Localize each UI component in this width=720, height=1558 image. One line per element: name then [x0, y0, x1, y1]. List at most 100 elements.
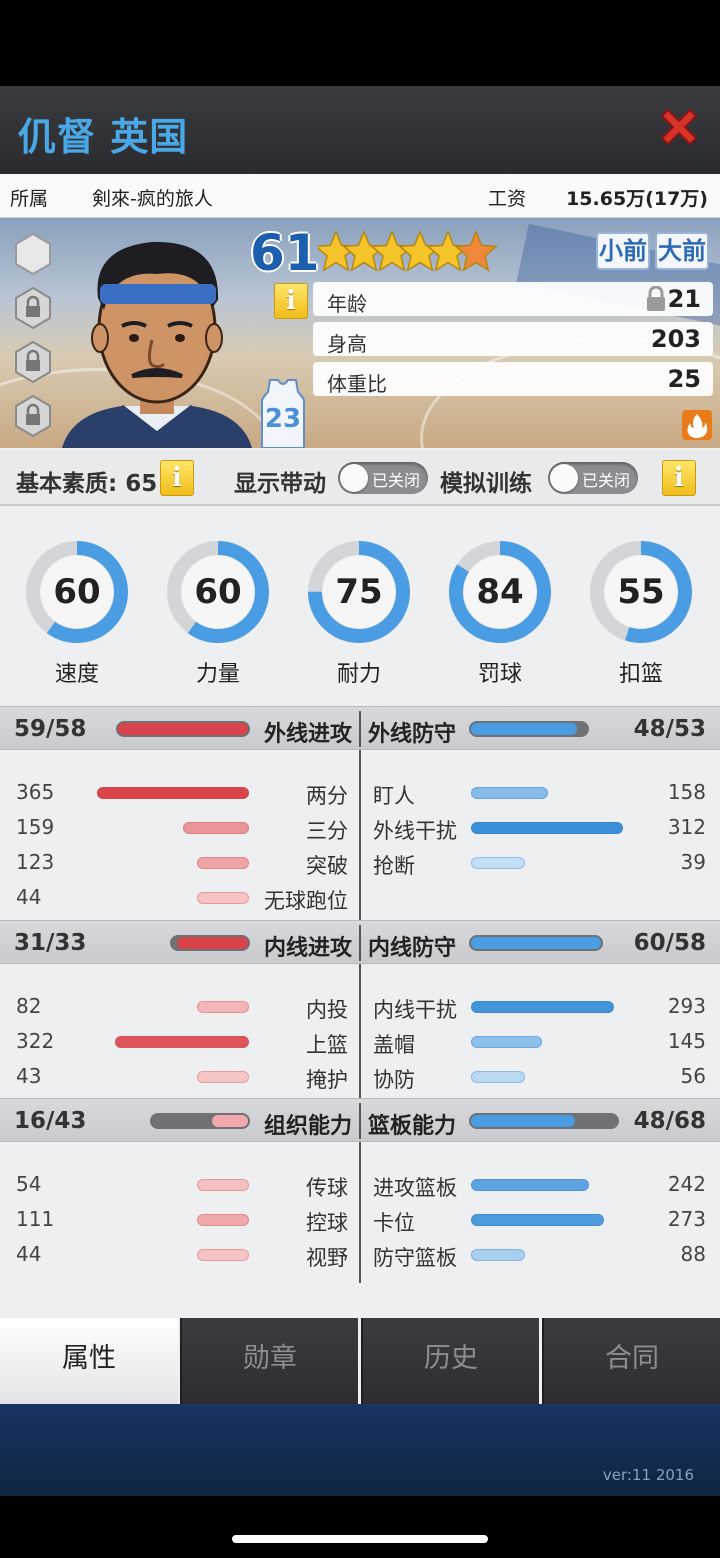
right-stat-label: 外线干扰 — [373, 819, 457, 843]
title-bar: 仉督 英国 — [0, 86, 720, 174]
base-quality-info-icon[interactable]: i — [160, 460, 194, 496]
left-stat-label: 内投 — [306, 998, 348, 1022]
left-stat-label: 突破 — [306, 854, 348, 878]
left-stat-label: 无球跑位 — [264, 889, 348, 913]
weight-ratio-row: 体重比 25 — [313, 362, 713, 396]
tab-medals[interactable]: 勋章 — [180, 1318, 358, 1404]
left-stat-value: 43 — [16, 1064, 42, 1088]
fire-icon[interactable] — [682, 410, 712, 440]
overall-rating: 61 — [250, 224, 320, 282]
weight-ratio-label: 体重比 — [327, 372, 387, 396]
stat-ring-value: 60 — [194, 572, 242, 612]
show-boost-label: 显示带动 — [234, 471, 326, 497]
lock-icon — [645, 285, 667, 317]
position-pf-button[interactable]: 大前 — [655, 232, 709, 270]
section-right-score: 48/53 — [633, 716, 706, 742]
section-right-bar — [471, 937, 601, 949]
position-sf-button[interactable]: 小前 — [596, 232, 650, 270]
height-row: 身高 203 — [313, 322, 713, 356]
stat-ring: 60 速度 — [24, 534, 130, 688]
version-label: ver:11 2016 — [602, 1466, 694, 1484]
section-divider — [359, 711, 361, 747]
hexagon-badge-icon[interactable] — [14, 232, 52, 276]
left-stat-label: 三分 — [306, 819, 348, 843]
right-stat-label: 防守篮板 — [373, 1246, 457, 1270]
info-icon[interactable]: i — [274, 283, 308, 319]
show-boost-toggle[interactable]: 已关闭 — [338, 462, 428, 494]
right-stat-value: 293 — [667, 994, 706, 1018]
right-stat-bar — [471, 1214, 604, 1226]
height-label: 身高 — [327, 332, 367, 356]
star-icon — [454, 230, 498, 272]
right-stat-bar — [471, 857, 525, 869]
section-right-title: 外线防守 — [368, 722, 457, 747]
tab-history[interactable]: 历史 — [361, 1318, 539, 1404]
right-stat-label: 盖帽 — [373, 1033, 415, 1057]
team-label: 所属 — [10, 188, 49, 210]
show-boost-toggle-text: 已关闭 — [372, 471, 421, 490]
stat-ring-value: 55 — [617, 572, 665, 612]
close-icon[interactable] — [656, 106, 702, 152]
left-stat-value: 54 — [16, 1172, 42, 1196]
section-left-title: 内线进攻 — [263, 936, 352, 961]
height-value: 203 — [650, 325, 701, 353]
tab-attributes[interactable]: 属性 — [0, 1318, 178, 1404]
section-body-divider — [359, 1142, 361, 1283]
right-stat-value: 158 — [667, 780, 706, 804]
right-stat-bar — [471, 1249, 525, 1261]
weight-ratio-value: 25 — [667, 365, 701, 393]
right-stat-bar — [471, 1071, 525, 1083]
right-stat-bar — [471, 787, 548, 799]
right-stat-bar — [471, 1179, 589, 1191]
age-label: 年龄 — [327, 292, 367, 316]
stat-ring: 75 耐力 — [306, 534, 412, 688]
locked-badge-icon[interactable] — [14, 394, 52, 438]
stat-ring-label: 耐力 — [336, 662, 381, 687]
jersey-icon: 23 — [258, 378, 308, 449]
left-stat-bar — [197, 1001, 249, 1013]
left-stat-bar — [197, 1214, 249, 1226]
section-left-score: 59/58 — [14, 716, 87, 742]
section-left-bar — [212, 1115, 248, 1127]
home-indicator[interactable] — [232, 1535, 488, 1543]
stat-ring-label: 扣篮 — [618, 662, 663, 687]
team-name: 剣來-疯的旅人 — [92, 188, 213, 210]
sim-training-info-icon[interactable]: i — [662, 460, 696, 496]
right-stat-label: 抢断 — [373, 854, 415, 878]
options-bar: 基本素质: 65 i 显示带动 已关闭 模拟训练 已关闭 i — [0, 450, 720, 506]
stat-ring-label: 力量 — [195, 662, 240, 687]
jersey-number: 23 — [264, 404, 302, 434]
player-avatar — [52, 228, 262, 448]
stat-ring-label: 速度 — [54, 662, 99, 687]
section-left-bar — [177, 937, 248, 949]
section-right-score: 60/58 — [633, 930, 706, 956]
left-stat-bar — [197, 857, 249, 869]
right-stat-value: 56 — [680, 1064, 706, 1088]
right-stat-value: 145 — [667, 1029, 706, 1053]
stat-ring: 60 力量 — [165, 534, 271, 688]
section-right-bar — [471, 1115, 575, 1127]
section-right-title: 篮板能力 — [368, 1114, 457, 1139]
right-stat-bar — [471, 1036, 542, 1048]
section-divider — [359, 1103, 361, 1139]
left-stat-bar — [197, 1071, 249, 1083]
left-stat-value: 44 — [16, 1242, 42, 1266]
locked-badge-icon[interactable] — [14, 340, 52, 384]
section-right-score: 48/68 — [633, 1108, 706, 1134]
left-stat-value: 111 — [16, 1207, 55, 1231]
left-stat-bar — [197, 892, 249, 904]
section-divider — [359, 925, 361, 961]
left-stat-value: 159 — [16, 815, 55, 839]
section-left-title: 外线进攻 — [263, 722, 352, 747]
tab-contract[interactable]: 合同 — [542, 1318, 720, 1404]
section-header: 16/43 组织能力 篮板能力 48/68 — [0, 1098, 720, 1142]
left-stat-label: 上篮 — [306, 1033, 348, 1057]
locked-badge-icon[interactable] — [14, 286, 52, 330]
right-stat-label: 盯人 — [373, 784, 415, 808]
section-body-divider — [359, 964, 361, 1105]
section-body-divider — [359, 750, 361, 926]
right-stat-value: 88 — [680, 1242, 706, 1266]
right-stat-label: 协防 — [373, 1068, 415, 1092]
section-header: 59/58 外线进攻 外线防守 48/53 — [0, 706, 720, 750]
sim-training-toggle[interactable]: 已关闭 — [548, 462, 638, 494]
